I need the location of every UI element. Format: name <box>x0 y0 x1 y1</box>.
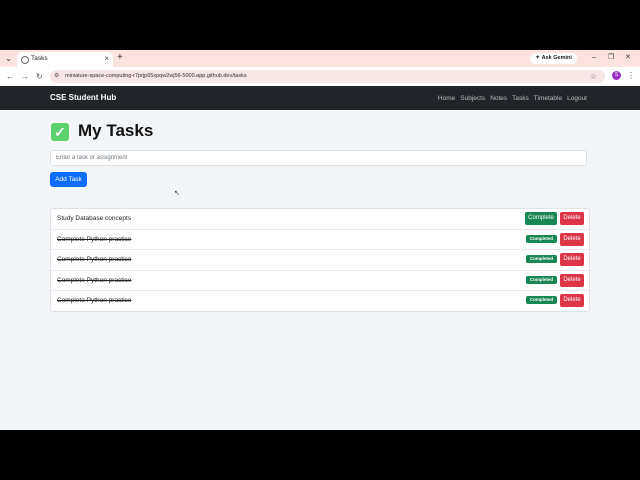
page-title: My Tasks <box>78 121 154 140</box>
address-bar: ← → ↻ ⚙ miniature-space-computing-r7prjp… <box>0 67 640 87</box>
nav-subjects[interactable]: Subjects <box>460 95 485 102</box>
close-icon[interactable]: × <box>104 54 109 64</box>
delete-button[interactable]: Delete <box>560 253 584 267</box>
brand-link[interactable]: CSE Student Hub <box>50 93 116 102</box>
site-info-icon[interactable]: ⚙ <box>54 72 59 81</box>
tab-strip: ⌄ Tasks × + ✦ Ask Gemini – ❐ ✕ <box>0 50 640 67</box>
task-row: Complete Python practice Completed Delet… <box>51 250 589 271</box>
window-close-icon[interactable]: ✕ <box>625 52 631 64</box>
reload-icon[interactable]: ↻ <box>36 71 43 82</box>
new-tab-icon[interactable]: + <box>117 52 123 64</box>
task-text: Complete Python practice <box>57 276 132 284</box>
nav-timetable[interactable]: Timetable <box>534 95 562 102</box>
nav-notes[interactable]: Notes <box>490 95 507 102</box>
task-text: Complete Python practice <box>57 235 132 243</box>
profile-avatar[interactable]: S <box>612 71 621 80</box>
bookmark-star-icon[interactable]: ☆ <box>590 71 597 82</box>
task-row: Complete Python practice Completed Delet… <box>51 291 589 311</box>
restore-icon[interactable]: ❐ <box>608 52 614 64</box>
completed-badge: Completed <box>526 255 557 264</box>
complete-button[interactable]: Complete <box>525 212 557 225</box>
forward-icon[interactable]: → <box>21 71 29 82</box>
sparkle-icon: ✦ <box>535 55 541 61</box>
task-text: Complete Python practice <box>57 297 132 305</box>
task-input[interactable] <box>50 150 587 166</box>
ask-gemini-button[interactable]: ✦ Ask Gemini <box>530 53 577 64</box>
task-text: Complete Python practice <box>57 256 132 264</box>
nav-logout[interactable]: Logout <box>567 95 587 102</box>
globe-icon <box>21 56 29 64</box>
task-list: Study Database concepts Complete Delete … <box>50 208 590 312</box>
add-task-button[interactable]: Add Task <box>50 172 87 187</box>
completed-badge: Completed <box>526 234 557 243</box>
url-field[interactable]: ⚙ miniature-space-computing-r7prjp65xpqw… <box>50 70 605 83</box>
browser-tab[interactable]: Tasks × <box>17 52 113 67</box>
task-row: Complete Python practice Completed Delet… <box>51 271 589 292</box>
back-icon[interactable]: ← <box>6 71 14 82</box>
more-menu-icon[interactable]: ⋮ <box>627 70 635 81</box>
check-mark-icon: ✓ <box>51 123 69 141</box>
mouse-cursor-icon: ↖ <box>174 190 180 197</box>
delete-button[interactable]: Delete <box>560 294 584 308</box>
minimize-icon[interactable]: – <box>592 52 596 64</box>
delete-button[interactable]: Delete <box>560 232 584 246</box>
site-navbar: CSE Student Hub Home Subjects Notes Task… <box>0 86 640 110</box>
task-row: Complete Python practice Completed Delet… <box>51 230 589 251</box>
nav-home[interactable]: Home <box>438 95 455 102</box>
delete-button[interactable]: Delete <box>560 212 584 225</box>
browser-window: ⌄ Tasks × + ✦ Ask Gemini – ❐ ✕ ← → ↻ ⚙ m… <box>0 50 640 430</box>
nav-links: Home Subjects Notes Tasks Timetable Logo… <box>438 95 587 102</box>
task-text: Study Database concepts <box>57 215 132 222</box>
tab-title: Tasks <box>31 55 48 62</box>
tab-search-icon[interactable]: ⌄ <box>3 53 14 64</box>
delete-button[interactable]: Delete <box>560 273 584 287</box>
url-text: miniature-space-computing-r7prjp65xpqw2w… <box>65 73 247 79</box>
completed-badge: Completed <box>526 275 557 284</box>
completed-badge: Completed <box>526 296 557 305</box>
nav-tasks[interactable]: Tasks <box>512 95 529 102</box>
task-row: Study Database concepts Complete Delete <box>51 209 589 230</box>
